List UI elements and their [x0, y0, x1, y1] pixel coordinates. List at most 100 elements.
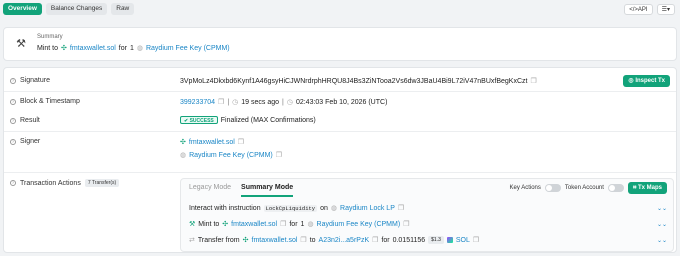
result-value: ✔ SUCCESS Finalized (MAX Confirmations) [180, 116, 316, 124]
copy-icon[interactable]: ❐ [280, 220, 286, 228]
actions-panel: Legacy Mode Summary Mode Key Actions Tok… [180, 178, 674, 252]
summary-amount: 1 [129, 44, 134, 52]
token-icon: ◍ [136, 45, 143, 52]
wallet-icon: ✣ [222, 221, 229, 228]
copy-icon[interactable]: ❐ [372, 236, 378, 244]
block-row: ? Block & Timestamp 399233704 ❐ | ◷ 19 se… [4, 95, 676, 109]
transfer-amount: 0.0151156 [392, 236, 426, 244]
transfer-icon: ⇄ [189, 237, 195, 244]
result-label: ? Result [10, 117, 40, 124]
wallet-icon: ✣ [242, 237, 249, 244]
action-mint: ⚒ Mint to ✣ fmtaxwallet.sol ❐ for 1 ◍ Ra… [189, 220, 667, 229]
summary-action: Mint to [37, 44, 59, 52]
info-icon: ? [10, 98, 16, 105]
signature-row: ? Signature 3VpMoLz4Dkxbd6Kynf1A46gsyHiCJ… [4, 74, 676, 88]
chevron-down-icon[interactable]: ⌄⌄ [657, 205, 667, 212]
action-interact: Interact with instruction LockCpLiquidit… [189, 204, 667, 212]
tab-summary-mode[interactable]: Summary Mode [241, 184, 294, 197]
transfer-to-link[interactable]: A23n2i...a5rPzK [319, 237, 370, 244]
transfer-from-link[interactable]: fmtaxwallet.sol [252, 237, 298, 244]
summary-title: Summary [37, 34, 63, 40]
signer-token: ◍ Raydium Fee Key (CPMM) ❐ [180, 151, 282, 160]
signer-wallet: ✣ fmtaxwallet.sol ❐ [180, 138, 244, 147]
list-menu-button[interactable]: ☰▾ [656, 4, 675, 15]
divider [4, 131, 676, 132]
block-ago: 19 secs ago [241, 98, 280, 106]
copy-icon[interactable]: ❐ [218, 98, 224, 106]
action-toggles: Key Actions Token Account ⌗ Tx Maps [510, 182, 667, 194]
signer-wallet-link[interactable]: fmtaxwallet.sol [189, 139, 235, 146]
mint-wallet-link[interactable]: fmtaxwallet.sol [231, 221, 277, 228]
copy-icon[interactable]: ❐ [403, 220, 409, 228]
tx-maps-button[interactable]: ⌗ Tx Maps [627, 182, 667, 194]
signature-value: 3VpMoLz4Dkxbd6Kynf1A46gsyHiCJWNrdrphHRQU… [180, 77, 537, 86]
copy-icon[interactable]: ❐ [473, 236, 479, 244]
block-label: ? Block & Timestamp [10, 98, 80, 105]
summary-line: Mint to ✣ fmtaxwallet.sol for 1 ◍ Raydiu… [37, 44, 230, 53]
mint-icon: ⚒ [189, 221, 196, 228]
signature-text: 3VpMoLz4Dkxbd6Kynf1A46gsyHiCJWNrdrphHRQU… [180, 77, 528, 85]
mint-icon: ⚒ [16, 38, 26, 50]
token-account-toggle[interactable] [607, 184, 624, 192]
info-icon: ? [10, 77, 16, 84]
sol-icon [446, 237, 453, 243]
block-value: 399233704 ❐ | ◷ 19 secs ago | ◷ 02:43:03… [180, 98, 388, 107]
copy-icon[interactable]: ❐ [398, 204, 404, 212]
tab-overview[interactable]: Overview [3, 3, 42, 15]
clock-icon: ◷ [232, 99, 239, 106]
tab-bar: Overview Balance Changes Raw [3, 3, 135, 17]
program-icon: ◍ [330, 205, 338, 212]
success-badge: ✔ SUCCESS [180, 116, 218, 124]
tab-raw[interactable]: Raw [111, 3, 135, 15]
chevron-down-icon[interactable]: ⌄⌄ [657, 221, 667, 228]
summary-card: ⚒ Summary Mint to ✣ fmtaxwallet.sol for … [3, 27, 677, 61]
token-icon: ◍ [180, 152, 187, 159]
usd-value-badge: $1.3 [428, 236, 444, 244]
result-detail: Finalized (MAX Confirmations) [220, 116, 316, 124]
api-button[interactable]: </>API [624, 4, 653, 15]
mint-token-link[interactable]: Raydium Fee Key (CPMM) [317, 221, 401, 228]
tab-balance-changes[interactable]: Balance Changes [45, 3, 108, 15]
key-actions-label: Key Actions [509, 185, 541, 191]
signer-token-link[interactable]: Raydium Fee Key (CPMM) [189, 152, 273, 159]
actions-label: ? Transaction Actions 7 Transfer(s) [10, 179, 120, 187]
divider [4, 172, 676, 173]
info-icon: ? [10, 180, 16, 186]
key-actions-toggle[interactable] [544, 184, 561, 192]
action-transfer: ⇄ Transfer from ✣ fmtaxwallet.sol ❐ to A… [189, 236, 667, 244]
block-timestamp: 02:43:03 Feb 10, 2026 (UTC) [295, 98, 388, 106]
transfer-count-badge: 7 Transfer(s) [84, 179, 120, 187]
copy-icon[interactable]: ❐ [300, 236, 306, 244]
block-slot-link[interactable]: 399233704 [180, 99, 215, 106]
info-icon: ? [10, 117, 16, 124]
signer-label: ? Signer [10, 138, 41, 145]
divider [4, 91, 676, 92]
separator: | [227, 98, 230, 106]
clock-icon: ◷ [286, 99, 293, 106]
result-row: ? Result ✔ SUCCESS Finalized (MAX Confirm… [4, 114, 676, 128]
sol-token-link[interactable]: SOL [456, 237, 470, 244]
mode-tabs: Legacy Mode Summary Mode [189, 184, 294, 197]
summary-token-link[interactable]: Raydium Fee Key (CPMM) [146, 45, 230, 52]
instruction-name: LockCpLiquidity [263, 204, 318, 212]
separator: | [282, 98, 284, 106]
token-icon: ◍ [307, 221, 314, 228]
signature-label: ? Signature [10, 77, 50, 84]
inspect-tx-button[interactable]: ◎ Inspect Tx [623, 75, 670, 87]
tab-legacy-mode[interactable]: Legacy Mode [189, 184, 231, 197]
wallet-icon: ✣ [180, 139, 186, 146]
summary-recipient-link[interactable]: fmtaxwallet.sol [70, 45, 116, 52]
signer-row: ? Signer ✣ fmtaxwallet.sol ❐ ◍ Raydium Fe… [4, 134, 676, 164]
token-account-label: Token Account [564, 185, 604, 191]
list-icon: ☰▾ [661, 7, 670, 13]
wallet-icon: ✣ [61, 45, 67, 52]
copy-icon[interactable]: ❐ [530, 77, 536, 85]
summary-for: for [118, 44, 127, 52]
copy-icon[interactable]: ❐ [276, 151, 282, 159]
top-right-toolbar: </>API ☰▾ [624, 4, 675, 15]
details-card: ? Signature 3VpMoLz4Dkxbd6Kynf1A46gsyHiCJ… [3, 67, 677, 253]
copy-icon[interactable]: ❐ [238, 138, 244, 146]
chevron-down-icon[interactable]: ⌄⌄ [657, 237, 667, 244]
program-link[interactable]: Raydium Lock LP [340, 205, 395, 212]
info-icon: ? [10, 138, 16, 145]
